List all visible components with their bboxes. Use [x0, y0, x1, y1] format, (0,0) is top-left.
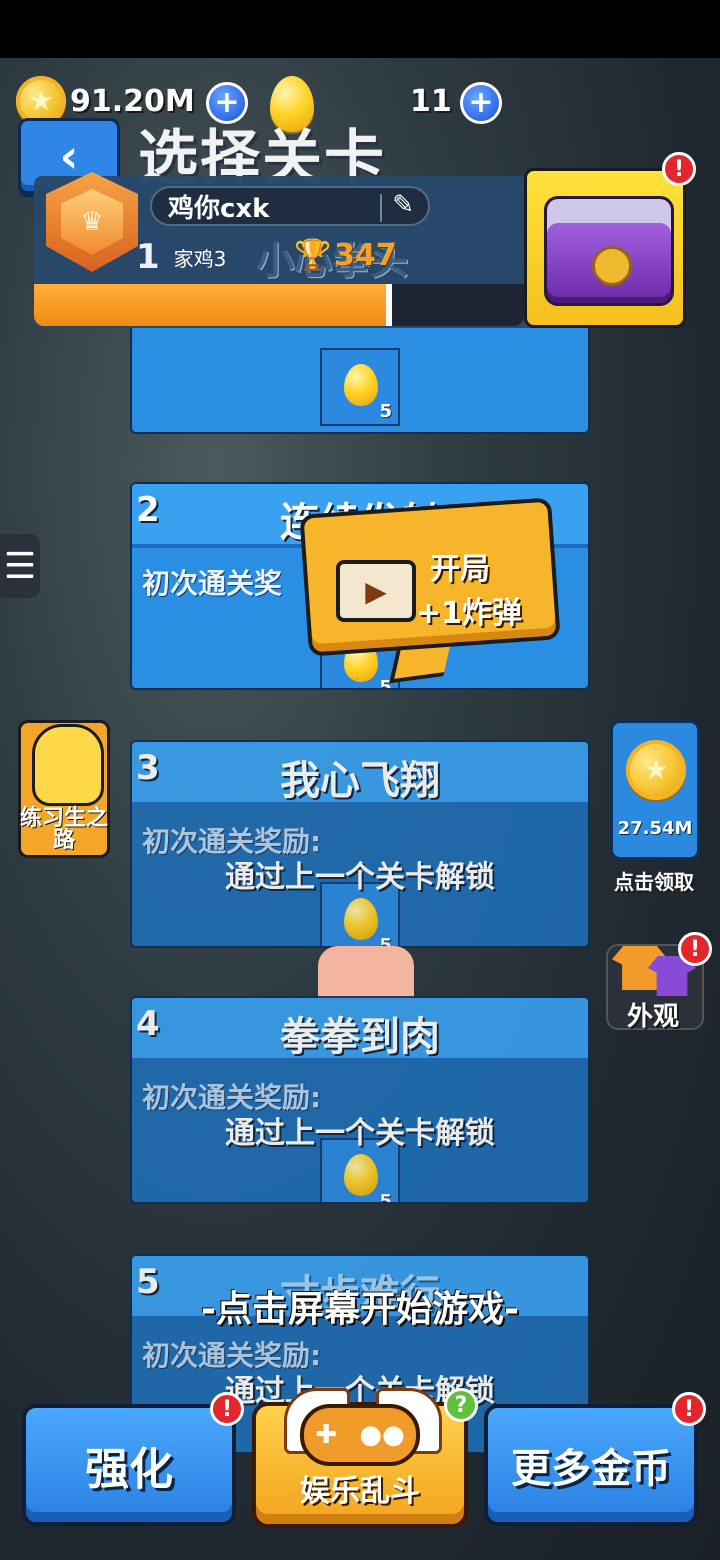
golden-egg-icon [344, 364, 378, 406]
trophy-icon: 🏆 [294, 238, 332, 273]
level-card-3[interactable]: 3 我心飞翔 5 初次通关奖励: 通过上一个关卡解锁 [130, 740, 590, 948]
crown-icon: ♛ [61, 189, 123, 255]
coin-claim-label: 点击领取 [614, 870, 694, 894]
alert-badge-icon: ! [672, 1392, 706, 1426]
level-card-4[interactable]: 4 拳拳到肉 5 初次通关奖励: 通过上一个关卡解锁 [130, 996, 590, 1204]
xp-progress-bar [34, 284, 524, 326]
help-badge-icon: ? [444, 1388, 478, 1422]
add-eggs-button[interactable]: + [460, 82, 502, 124]
chicken-mascot-icon [32, 724, 104, 806]
unlock-note: 通过上一个关卡解锁 [225, 860, 495, 895]
back-arrow-icon: ‹ [59, 129, 79, 183]
reward-count: 5 [379, 1191, 392, 1204]
golden-egg-icon [344, 898, 378, 940]
golden-egg-icon [344, 1154, 378, 1196]
unlock-note: 通过上一个关卡解锁 [225, 1116, 495, 1151]
popup-line1: 开局 [430, 552, 490, 587]
popup-line2: +1炸弹 [416, 596, 523, 631]
alert-badge-icon: ! [662, 152, 696, 186]
outfit-label: 外观 [626, 1002, 679, 1032]
video-play-icon: ▶ [336, 560, 416, 622]
edit-pencil-icon[interactable]: ✎ [392, 190, 414, 220]
xp-progress-fill [34, 284, 392, 326]
reward-slot: 5 [320, 348, 400, 426]
card-body: 5 初次通关奖励: 通过上一个关卡解锁 [132, 1062, 588, 1204]
reward-label: 初次通关奖 [142, 567, 283, 600]
egg-amount: 11 [410, 84, 452, 119]
card-body: 5 初次通关奖励: 通过上一个关卡解锁 [132, 806, 588, 946]
party-brawl-label: 娱乐乱斗 [300, 1474, 420, 1509]
more-coins-label: 更多金币 [511, 1446, 671, 1492]
more-coins-button[interactable]: 更多金币 [484, 1404, 698, 1526]
level-title: 拳拳到肉 [280, 1014, 440, 1060]
trainee-road-label: 练习生之路 [19, 806, 108, 853]
upgrade-button[interactable]: 强化 [22, 1404, 236, 1526]
player-name: 鸡你cxk [168, 193, 270, 224]
menu-icon: ☰ [3, 545, 37, 587]
card-header: 3 我心飞翔 [132, 742, 588, 806]
trophy-count: 347 [334, 238, 397, 273]
status-bar [0, 0, 720, 58]
rank-name: 家鸡3 [173, 246, 227, 271]
character-arm [318, 946, 414, 998]
gamepad-icon: ✚ ●● [300, 1404, 420, 1466]
upgrade-label: 强化 [85, 1444, 173, 1495]
rank-level: 1 [136, 237, 160, 277]
player-name-bar[interactable]: 鸡你cxk ✎ [150, 186, 430, 226]
card-header: 4 拳拳到肉 [132, 998, 588, 1062]
divider [380, 194, 382, 222]
reward-count: 5 [379, 401, 392, 422]
tap-to-start-message[interactable]: -点击屏幕开始游戏- [0, 1280, 720, 1332]
alert-badge-icon: ! [678, 932, 712, 966]
coin-claim-amount: 27.54M [617, 818, 693, 839]
alert-badge-icon: ! [210, 1392, 244, 1426]
chest-lock-icon [592, 246, 632, 286]
level-title: 我心飞翔 [280, 758, 440, 804]
star-coin-icon: ★ [626, 740, 686, 800]
side-menu-button[interactable]: ☰ [0, 534, 40, 598]
